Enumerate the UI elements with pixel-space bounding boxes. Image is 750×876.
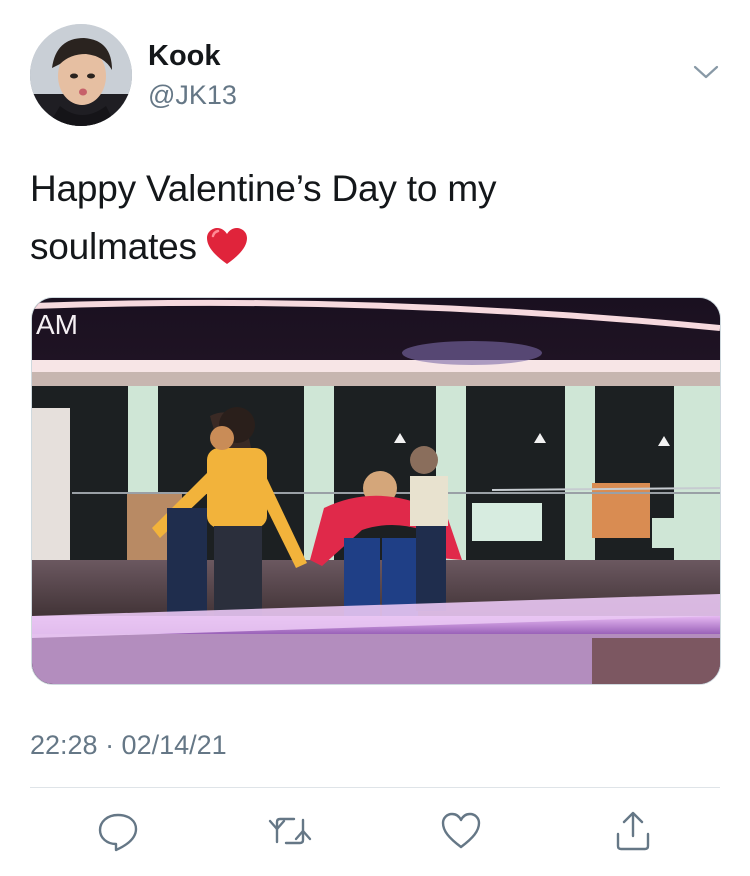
- timestamp[interactable]: 22:28 · 02/14/21: [30, 730, 227, 761]
- profile-photo-icon: [30, 24, 132, 126]
- handle[interactable]: @JK13: [148, 80, 237, 111]
- share-button[interactable]: [610, 808, 656, 854]
- chevron-down-icon[interactable]: [692, 62, 720, 82]
- tweet-text: Happy Valentine’s Day to my soulmates: [30, 160, 670, 276]
- retweet-button[interactable]: [267, 808, 313, 854]
- media-overlay-text: AM: [36, 309, 78, 340]
- media-video[interactable]: AM: [31, 297, 721, 685]
- tweet-body: Happy Valentine’s Day to my soulmates: [30, 168, 497, 267]
- divider: [30, 787, 720, 788]
- action-bar: [30, 798, 720, 864]
- red-heart-icon: [205, 225, 249, 265]
- like-icon: [441, 812, 481, 849]
- video-thumbnail: AM: [32, 298, 720, 684]
- tweet-header: Kook @JK13: [30, 24, 720, 128]
- share-icon: [616, 811, 650, 851]
- retweet-icon: [268, 817, 312, 845]
- display-name[interactable]: Kook: [148, 40, 221, 73]
- reply-button[interactable]: [95, 808, 141, 854]
- reply-icon: [98, 813, 138, 852]
- avatar[interactable]: [30, 24, 132, 126]
- like-button[interactable]: [438, 808, 484, 854]
